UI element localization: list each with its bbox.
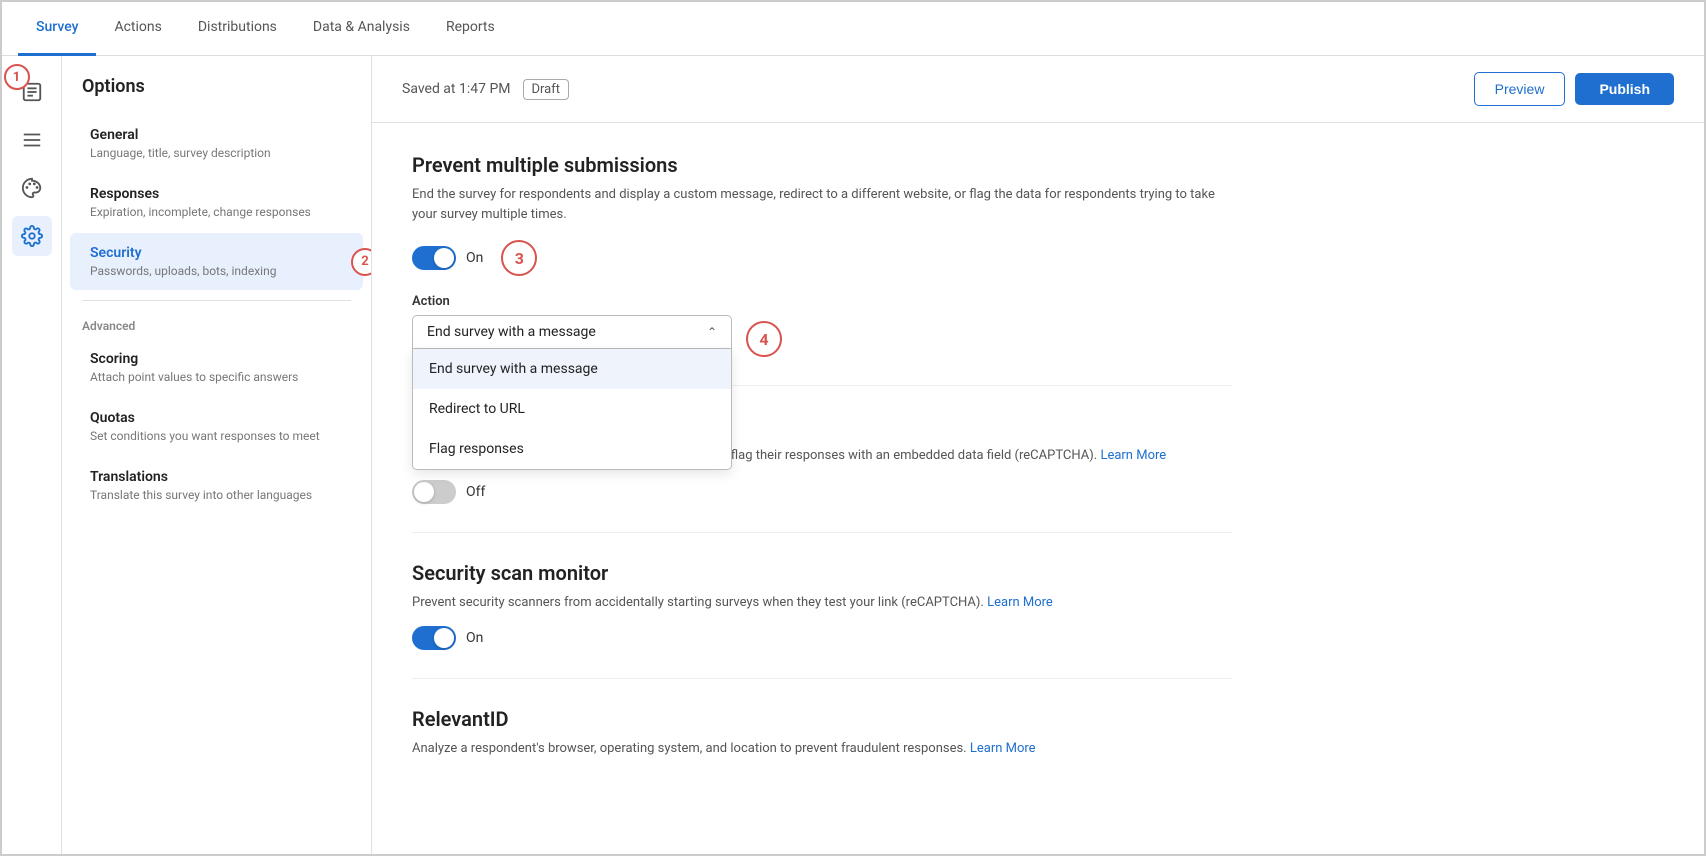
preview-button[interactable]: Preview — [1474, 72, 1566, 106]
sidebar-item-translations[interactable]: Translations Translate this survey into … — [70, 457, 363, 514]
quotas-desc: Set conditions you want responses to mee… — [90, 429, 343, 443]
sidebar-icon-settings[interactable] — [12, 216, 52, 256]
dropdown-item-end-survey[interactable]: End survey with a message — [413, 349, 731, 389]
prevent-multiple-section: Prevent multiple submissions End the sur… — [412, 153, 1232, 357]
prevent-multiple-toggle-label: On — [466, 250, 483, 266]
dropdown-item-redirect[interactable]: Redirect to URL — [413, 389, 731, 429]
translations-desc: Translate this survey into other languag… — [90, 488, 343, 502]
prevent-multiple-title: Prevent multiple submissions — [412, 153, 1232, 177]
security-scan-section: Security scan monitor Prevent security s… — [412, 561, 1232, 651]
relevantid-desc: Analyze a respondent's browser, operatin… — [412, 739, 1232, 759]
bot-learn-more-link[interactable]: Learn More — [1100, 448, 1166, 463]
content-header: Saved at 1:47 PM Draft Preview Publish — [372, 56, 1704, 123]
nav-tab-distributions[interactable]: Distributions — [180, 2, 295, 56]
annotation-badge-3: 3 — [501, 240, 537, 276]
security-scan-desc: Prevent security scanners from accidenta… — [412, 593, 1232, 613]
relevantid-learn-more-link[interactable]: Learn More — [970, 741, 1036, 756]
toggle-knob — [434, 248, 454, 268]
annotation-badge-2: 2 — [351, 248, 372, 276]
annotation-badge-1: 1 — [4, 64, 30, 90]
nav-tab-reports[interactable]: Reports — [428, 2, 513, 56]
annotation-badge-4: 4 — [746, 321, 782, 357]
bot-detection-toggle[interactable] — [412, 480, 456, 504]
saved-text: Saved at 1:47 PM — [402, 81, 511, 97]
nav-tab-survey[interactable]: Survey — [18, 2, 96, 56]
advanced-label: Advanced — [62, 311, 371, 337]
options-title: Options — [62, 76, 371, 113]
top-nav: Survey Actions Distributions Data & Anal… — [2, 2, 1704, 56]
security-scan-learn-more-link[interactable]: Learn More — [987, 595, 1053, 610]
sidebar-item-general[interactable]: General Language, title, survey descript… — [70, 115, 363, 172]
responses-label: Responses — [90, 186, 343, 202]
general-label: General — [90, 127, 343, 143]
prevent-multiple-desc: End the survey for respondents and displ… — [412, 185, 1232, 224]
scoring-desc: Attach point values to specific answers — [90, 370, 343, 384]
relevantid-section: RelevantID Analyze a respondent's browse… — [412, 707, 1232, 759]
scoring-label: Scoring — [90, 351, 343, 367]
action-dropdown-container: End survey with a message ⌃ End survey w… — [412, 315, 732, 349]
header-left: Saved at 1:47 PM Draft — [402, 79, 569, 100]
header-right: Preview Publish — [1474, 72, 1674, 106]
content-body: Prevent multiple submissions End the sur… — [372, 123, 1272, 817]
sidebar-item-scoring[interactable]: Scoring Attach point values to specific … — [70, 339, 363, 396]
translations-label: Translations — [90, 469, 343, 485]
bot-toggle-knob — [414, 482, 434, 502]
action-dropdown-selected[interactable]: End survey with a message ⌃ — [412, 315, 732, 349]
app-container: Survey Actions Distributions Data & Anal… — [0, 0, 1706, 856]
general-desc: Language, title, survey description — [90, 146, 343, 160]
prevent-multiple-toggle-row: On 3 — [412, 240, 1232, 276]
options-sidebar: Options General Language, title, survey … — [62, 56, 372, 854]
main-layout: 1 — [2, 56, 1704, 854]
dropdown-selected-text: End survey with a message — [427, 324, 596, 340]
sidebar-item-responses[interactable]: Responses Expiration, incomplete, change… — [70, 174, 363, 231]
security-scan-title: Security scan monitor — [412, 561, 1232, 585]
bot-detection-toggle-label: Off — [466, 484, 485, 500]
chevron-up-icon: ⌃ — [707, 325, 717, 339]
prevent-multiple-toggle[interactable] — [412, 246, 456, 270]
divider — [82, 300, 351, 301]
divider-2 — [412, 532, 1232, 533]
draft-badge: Draft — [523, 79, 570, 100]
sidebar-item-security[interactable]: Security Passwords, uploads, bots, index… — [70, 233, 363, 290]
dropdown-row: End survey with a message ⌃ End survey w… — [412, 315, 1232, 357]
quotas-label: Quotas — [90, 410, 343, 426]
sidebar-item-quotas[interactable]: Quotas Set conditions you want responses… — [70, 398, 363, 455]
divider-3 — [412, 678, 1232, 679]
security-scan-toggle-knob — [434, 628, 454, 648]
nav-tab-data-analysis[interactable]: Data & Analysis — [295, 2, 428, 56]
sidebar-icon-list[interactable] — [12, 120, 52, 160]
action-dropdown-menu: End survey with a message Redirect to UR… — [412, 349, 732, 470]
security-label: Security — [90, 245, 343, 261]
icon-sidebar: 1 — [2, 56, 62, 854]
sidebar-icon-paint[interactable] — [12, 168, 52, 208]
nav-tab-actions[interactable]: Actions — [96, 2, 179, 56]
bot-detection-toggle-row: Off — [412, 480, 1232, 504]
security-desc: Passwords, uploads, bots, indexing — [90, 264, 343, 278]
relevantid-title: RelevantID — [412, 707, 1232, 731]
dropdown-item-flag[interactable]: Flag responses — [413, 429, 731, 469]
security-scan-toggle-label: On — [466, 630, 483, 646]
publish-button[interactable]: Publish — [1575, 73, 1674, 105]
main-content: Saved at 1:47 PM Draft Preview Publish P… — [372, 56, 1704, 854]
security-scan-toggle[interactable] — [412, 626, 456, 650]
security-scan-toggle-row: On — [412, 626, 1232, 650]
sidebar-icon-survey[interactable]: 1 — [12, 72, 52, 112]
responses-desc: Expiration, incomplete, change responses — [90, 205, 343, 219]
action-label: Action — [412, 294, 1232, 309]
